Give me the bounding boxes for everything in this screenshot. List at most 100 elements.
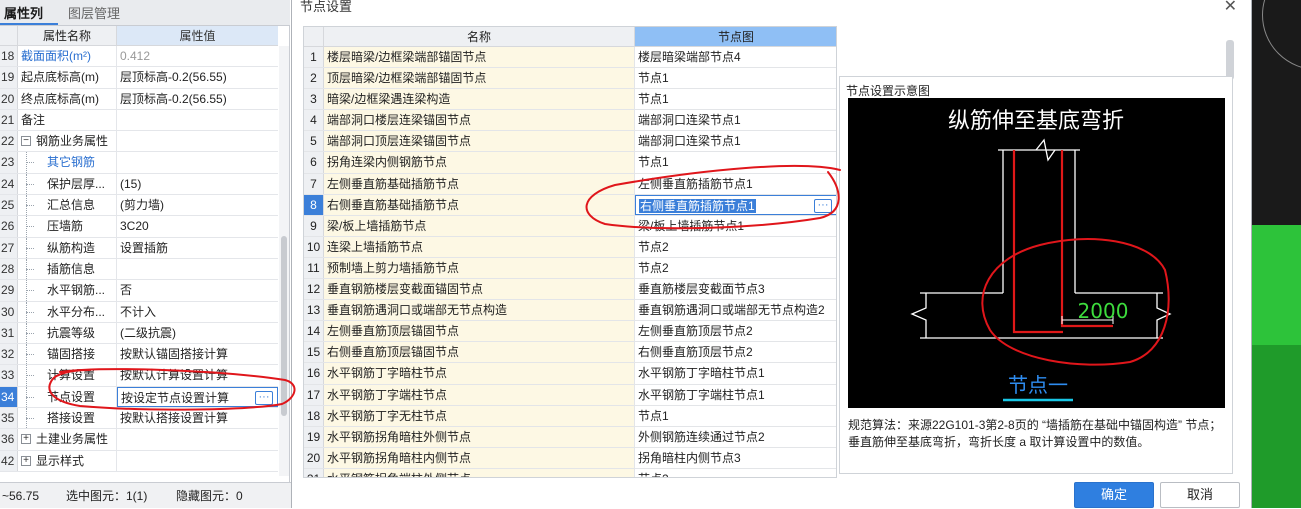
- property-row[interactable]: 35 搭接设置 按默认搭接设置计算: [0, 408, 278, 430]
- property-row[interactable]: 34 节点设置 按设定节点设置计算 ···: [0, 386, 278, 409]
- property-row[interactable]: 19 起点底标高(m) 层顶标高-0.2(56.55): [0, 67, 278, 89]
- table-row[interactable]: 9 梁/板上墙插筋节点 梁/板上墙插筋节点1: [304, 215, 836, 237]
- table-row[interactable]: 18 水平钢筋丁字无柱节点 节点1: [304, 405, 836, 427]
- property-row[interactable]: 22− 钢筋业务属性: [0, 131, 278, 153]
- table-row[interactable]: 8 右侧垂直筋基础插筋节点 右侧垂直筋插筋节点1 ···: [304, 194, 836, 216]
- node-diagram-cell[interactable]: 节点1: [635, 68, 836, 88]
- node-diagram-cell[interactable]: 端部洞口连梁节点1: [635, 110, 836, 130]
- property-row[interactable]: 25 汇总信息 (剪力墙): [0, 195, 278, 217]
- property-value[interactable]: [117, 131, 278, 151]
- property-value[interactable]: (剪力墙): [117, 195, 278, 215]
- node-diagram-cell[interactable]: 左侧垂直筋顶层节点2: [635, 321, 836, 341]
- property-row[interactable]: 27 纵筋构造 设置插筋: [0, 237, 278, 259]
- property-value[interactable]: 按默认计算设置计算: [117, 365, 278, 385]
- property-value[interactable]: [117, 110, 278, 130]
- table-row[interactable]: 13 垂直钢筋遇洞口或端部无节点构造 垂直钢筋遇洞口或端部无节点构造2: [304, 300, 836, 322]
- node-diagram-cell[interactable]: 垂直筋楼层变截面节点3: [635, 279, 836, 299]
- table-row[interactable]: 12 垂直钢筋楼层变截面锚固节点 垂直筋楼层变截面节点3: [304, 279, 836, 301]
- property-row[interactable]: 31 抗震等级 (二级抗震): [0, 322, 278, 345]
- property-row[interactable]: 29 水平钢筋... 否: [0, 280, 278, 302]
- property-row[interactable]: 18 截面面积(m²) 0.412: [0, 46, 278, 68]
- node-diagram-cell[interactable]: 梁/板上墙插筋节点1: [635, 216, 836, 236]
- property-value[interactable]: 按设定节点设置计算 ···: [117, 386, 278, 408]
- property-value[interactable]: 按默认锚固搭接计算: [117, 344, 278, 364]
- property-row[interactable]: 33 计算设置 按默认计算设置计算: [0, 365, 278, 387]
- property-row[interactable]: 28 插筋信息: [0, 258, 278, 281]
- node-diagram-cell[interactable]: 垂直钢筋遇洞口或端部无节点构造2: [635, 300, 836, 320]
- cancel-button[interactable]: 取消: [1160, 482, 1240, 508]
- node-diagram-cell[interactable]: 拐角暗柱内侧节点3: [635, 448, 836, 468]
- tab-layer-management[interactable]: 图层管理: [64, 3, 124, 25]
- table-scrollbar-thumb[interactable]: [1226, 40, 1234, 80]
- property-value[interactable]: 3C20: [117, 216, 278, 236]
- collapse-icon[interactable]: −: [21, 136, 31, 147]
- table-row[interactable]: 15 右侧垂直筋顶层锚固节点 右侧垂直筋顶层节点2: [304, 342, 836, 364]
- property-row[interactable]: 26 压墙筋 3C20: [0, 216, 278, 238]
- ok-button[interactable]: 确定: [1074, 482, 1154, 508]
- property-value[interactable]: [117, 152, 278, 172]
- tab-property-list[interactable]: 属性列表: [0, 3, 58, 43]
- ellipsis-button[interactable]: ···: [814, 198, 832, 213]
- property-value-text: 按设定节点设置计算: [121, 390, 230, 405]
- property-value[interactable]: (二级抗震): [117, 323, 278, 343]
- property-row[interactable]: 30 水平分布... 不计入: [0, 301, 278, 323]
- property-value[interactable]: 否: [117, 280, 278, 300]
- scrollbar-thumb[interactable]: [281, 236, 287, 416]
- property-value-text: 不计入: [120, 304, 157, 319]
- table-row[interactable]: 17 水平钢筋丁字端柱节点 水平钢筋丁字端柱节点1: [304, 384, 836, 406]
- property-row[interactable]: 20 终点底标高(m) 层顶标高-0.2(56.55): [0, 88, 278, 110]
- table-row[interactable]: 11 预制墙上剪力墙插筋节点 节点2: [304, 257, 836, 280]
- node-diagram-cell[interactable]: 楼层暗梁端部节点4: [635, 47, 836, 67]
- table-row[interactable]: 16 水平钢筋丁字暗柱节点 水平钢筋丁字暗柱节点1: [304, 363, 836, 385]
- node-diagram-cell[interactable]: 端部洞口连梁节点1: [635, 131, 836, 151]
- expand-icon[interactable]: +: [21, 455, 31, 466]
- table-row[interactable]: 2 顶层暗梁/边框梁端部锚固节点 节点1: [304, 68, 836, 90]
- node-diagram-cell[interactable]: 左侧垂直筋插筋节点1: [635, 174, 836, 194]
- property-value[interactable]: 层顶标高-0.2(56.55): [117, 89, 278, 109]
- property-value[interactable]: 按默认搭接设置计算: [117, 408, 278, 428]
- property-value[interactable]: [117, 429, 278, 449]
- node-diagram-cell[interactable]: 水平钢筋丁字端柱节点1: [635, 385, 836, 405]
- property-name: 节点设置: [18, 386, 117, 408]
- property-value-text: 按默认计算设置计算: [120, 368, 229, 383]
- close-icon[interactable]: ✕: [1224, 0, 1237, 16]
- property-row[interactable]: 24 保护层厚... (15): [0, 173, 278, 196]
- table-row[interactable]: 1 楼层暗梁/边框梁端部锚固节点 楼层暗梁端部节点4: [304, 47, 836, 69]
- row-number: 32: [0, 344, 18, 365]
- property-value[interactable]: 0.412: [117, 46, 278, 66]
- property-value[interactable]: (15): [117, 174, 278, 194]
- property-row[interactable]: 36 + 土建业务属性: [0, 429, 278, 451]
- table-row[interactable]: 10 连梁上墙插筋节点 节点2: [304, 236, 836, 258]
- table-row[interactable]: 21水平钢筋拐角端柱外侧节点节点2: [304, 468, 836, 477]
- node-diagram-cell[interactable]: 右侧垂直筋顶层节点2: [635, 342, 836, 362]
- property-value[interactable]: 不计入: [117, 302, 278, 322]
- node-diagram-cell[interactable]: 节点1: [635, 406, 836, 426]
- table-row[interactable]: 19 水平钢筋拐角暗柱外侧节点 外侧钢筋连续通过节点2: [304, 426, 836, 448]
- property-row[interactable]: 32 锚固搭接 按默认锚固搭接计算: [0, 344, 278, 366]
- table-row[interactable]: 20 水平钢筋拐角暗柱内侧节点 拐角暗柱内侧节点3: [304, 447, 836, 469]
- table-row[interactable]: 4 端部洞口楼层连梁锚固节点 端部洞口连梁节点1: [304, 110, 836, 132]
- expand-icon[interactable]: +: [21, 434, 31, 445]
- ellipsis-button[interactable]: ···: [255, 390, 273, 405]
- table-row[interactable]: 5 端部洞口顶层连梁锚固节点 端部洞口连梁节点1: [304, 131, 836, 153]
- node-diagram-cell[interactable]: 节点1: [635, 89, 836, 109]
- property-scrollbar[interactable]: [279, 46, 289, 476]
- property-row[interactable]: 42 + 显示样式: [0, 450, 278, 472]
- property-row[interactable]: 21 备注: [0, 109, 278, 132]
- table-row[interactable]: 3 暗梁/边框梁遇连梁构造 节点1: [304, 89, 836, 111]
- node-diagram-cell[interactable]: 外侧钢筋连续通过节点2: [635, 427, 836, 447]
- node-diagram-cell[interactable]: 水平钢筋丁字暗柱节点1: [635, 363, 836, 383]
- property-value[interactable]: [117, 451, 278, 471]
- node-diagram-cell[interactable]: 节点1: [635, 152, 836, 172]
- node-diagram-cell[interactable]: 节点2: [635, 258, 836, 278]
- node-diagram-cell[interactable]: 节点2: [635, 237, 836, 257]
- property-value[interactable]: [117, 259, 278, 279]
- node-diagram-cell[interactable]: 节点2: [635, 469, 836, 477]
- node-diagram-cell[interactable]: 右侧垂直筋插筋节点1 ···: [635, 194, 836, 215]
- table-row[interactable]: 7 左侧垂直筋基础插筋节点 左侧垂直筋插筋节点1: [304, 173, 836, 195]
- table-row[interactable]: 14 左侧垂直筋顶层锚固节点 左侧垂直筋顶层节点2: [304, 321, 836, 343]
- property-value[interactable]: 层顶标高-0.2(56.55): [117, 67, 278, 87]
- property-value[interactable]: 设置插筋: [117, 238, 278, 258]
- table-row[interactable]: 6 拐角连梁内侧钢筋节点 节点1: [304, 152, 836, 174]
- property-row[interactable]: 23 其它钢筋: [0, 152, 278, 174]
